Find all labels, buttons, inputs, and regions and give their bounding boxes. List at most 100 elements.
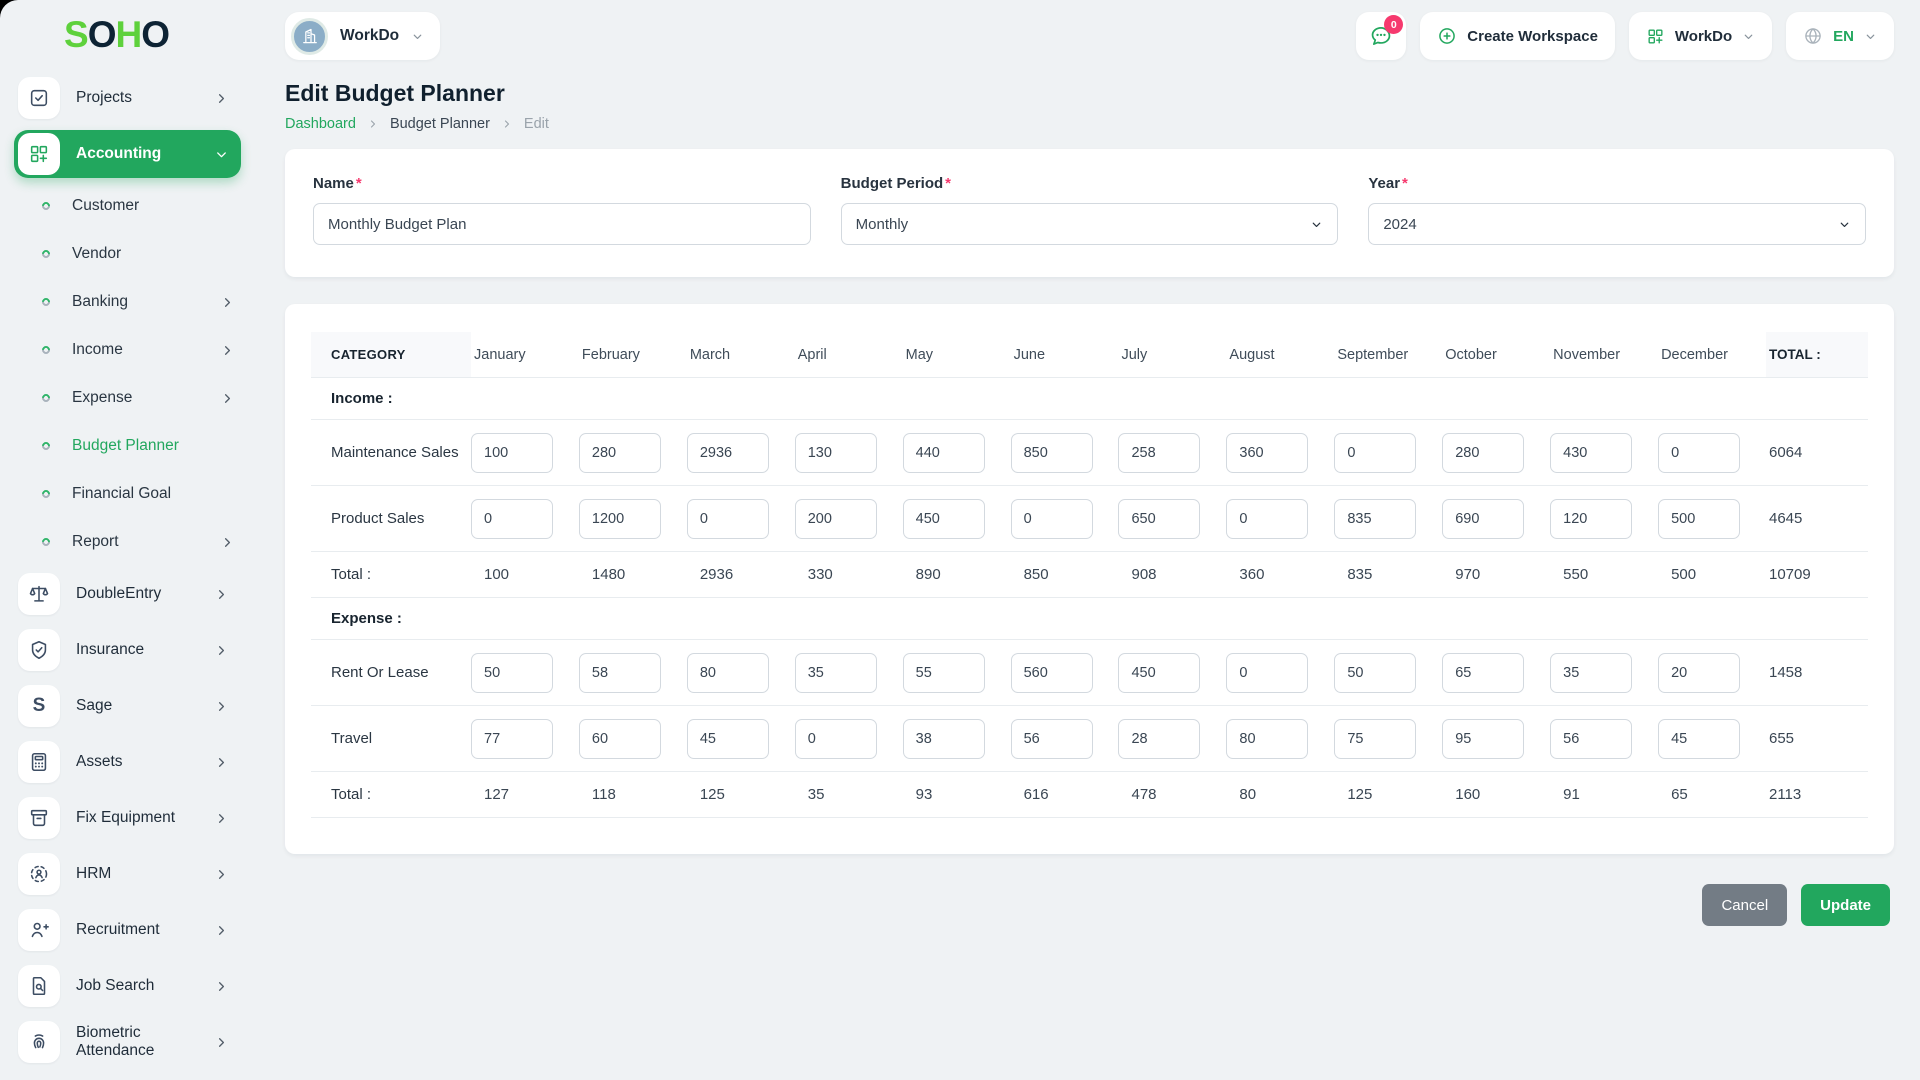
sidebar-item-hrm[interactable]: HRM <box>14 850 241 898</box>
sidebar-item-recruitment[interactable]: Recruitment <box>14 906 241 954</box>
rent-or-lease-december-input[interactable] <box>1658 653 1740 693</box>
maintenance-sales-may-input[interactable] <box>903 433 985 473</box>
product-sales-august-input[interactable] <box>1226 499 1308 539</box>
product-sales-october-input[interactable] <box>1442 499 1524 539</box>
product-sales-january-input[interactable] <box>471 499 553 539</box>
month-column-header-july: July <box>1118 347 1226 363</box>
year-select[interactable]: 2024 <box>1368 203 1866 245</box>
update-button[interactable]: Update <box>1801 884 1890 926</box>
cancel-button[interactable]: Cancel <box>1702 884 1787 926</box>
rent-or-lease-july-input[interactable] <box>1118 653 1200 693</box>
sidebar-item-job-search[interactable]: Job Search <box>14 962 241 1010</box>
rent-or-lease-february-input[interactable] <box>579 653 661 693</box>
budget-cell <box>1226 719 1334 759</box>
product-sales-march-input[interactable] <box>687 499 769 539</box>
sidebar-item-assets[interactable]: Assets <box>14 738 241 786</box>
maintenance-sales-june-input[interactable] <box>1011 433 1093 473</box>
budget-cell <box>1118 499 1226 539</box>
sidebar-item-label: Projects <box>76 89 214 107</box>
sidebar-item-projects[interactable]: Projects <box>14 74 241 122</box>
row-total-value: 6064 <box>1766 444 1868 461</box>
product-sales-november-input[interactable] <box>1550 499 1632 539</box>
sidebar-item-label: Financial Goal <box>72 485 241 503</box>
budget-period-field: Budget Period* Monthly <box>841 175 1339 245</box>
breadcrumb-budget-planner[interactable]: Budget Planner <box>390 116 490 132</box>
budget-cell <box>1334 433 1442 473</box>
sidebar-item-budget-planner[interactable]: Budget Planner <box>14 426 241 466</box>
section-header-income: Income : <box>311 378 1868 420</box>
travel-december-input[interactable] <box>1658 719 1740 759</box>
maintenance-sales-april-input[interactable] <box>795 433 877 473</box>
grid-plus-icon <box>18 133 60 175</box>
sidebar-item-vendor[interactable]: Vendor <box>14 234 241 274</box>
maintenance-sales-august-input[interactable] <box>1226 433 1308 473</box>
product-sales-february-input[interactable] <box>579 499 661 539</box>
section-grand-total: 2113 <box>1766 786 1868 803</box>
product-sales-june-input[interactable] <box>1011 499 1093 539</box>
budget-cell <box>1011 653 1119 693</box>
sidebar-item-biometric-attendance[interactable]: Biometric Attendance <box>14 1018 241 1066</box>
travel-january-input[interactable] <box>471 719 553 759</box>
travel-june-input[interactable] <box>1011 719 1093 759</box>
rent-or-lease-january-input[interactable] <box>471 653 553 693</box>
travel-october-input[interactable] <box>1442 719 1524 759</box>
product-sales-april-input[interactable] <box>795 499 877 539</box>
rent-or-lease-may-input[interactable] <box>903 653 985 693</box>
language-selector[interactable]: EN <box>1786 12 1894 60</box>
travel-july-input[interactable] <box>1118 719 1200 759</box>
maintenance-sales-december-input[interactable] <box>1658 433 1740 473</box>
budget-cell <box>687 433 795 473</box>
sidebar-item-sage[interactable]: SSage <box>14 682 241 730</box>
travel-august-input[interactable] <box>1226 719 1308 759</box>
workspace-switcher[interactable]: WorkDo <box>285 12 440 60</box>
sidebar-item-label: Sage <box>76 697 214 715</box>
rent-or-lease-november-input[interactable] <box>1550 653 1632 693</box>
sidebar-item-insurance[interactable]: Insurance <box>14 626 241 674</box>
rent-or-lease-october-input[interactable] <box>1442 653 1524 693</box>
sidebar-item-banking[interactable]: Banking <box>14 282 241 322</box>
rent-or-lease-april-input[interactable] <box>795 653 877 693</box>
product-sales-december-input[interactable] <box>1658 499 1740 539</box>
maintenance-sales-october-input[interactable] <box>1442 433 1524 473</box>
travel-november-input[interactable] <box>1550 719 1632 759</box>
year-value: 2024 <box>1383 216 1416 233</box>
maintenance-sales-january-input[interactable] <box>471 433 553 473</box>
sidebar-item-doubleentry[interactable]: DoubleEntry <box>14 570 241 618</box>
sidebar-item-financial-goal[interactable]: Financial Goal <box>14 474 241 514</box>
budget-cell <box>795 433 903 473</box>
maintenance-sales-march-input[interactable] <box>687 433 769 473</box>
workdo-menu-button[interactable]: WorkDo <box>1629 12 1772 60</box>
name-input[interactable] <box>313 203 811 245</box>
maintenance-sales-november-input[interactable] <box>1550 433 1632 473</box>
rent-or-lease-september-input[interactable] <box>1334 653 1416 693</box>
create-workspace-button[interactable]: Create Workspace <box>1420 12 1615 60</box>
maintenance-sales-september-input[interactable] <box>1334 433 1416 473</box>
sidebar-item-accounting[interactable]: Accounting <box>14 130 241 178</box>
rent-or-lease-march-input[interactable] <box>687 653 769 693</box>
maintenance-sales-july-input[interactable] <box>1118 433 1200 473</box>
sidebar-item-report[interactable]: Report <box>14 522 241 562</box>
chevron-right-icon <box>214 91 229 106</box>
chevron-down-icon <box>1742 30 1755 43</box>
maintenance-sales-february-input[interactable] <box>579 433 661 473</box>
sidebar-item-expense[interactable]: Expense <box>14 378 241 418</box>
rent-or-lease-august-input[interactable] <box>1226 653 1308 693</box>
travel-april-input[interactable] <box>795 719 877 759</box>
travel-may-input[interactable] <box>903 719 985 759</box>
sidebar-item-label: Assets <box>76 753 214 771</box>
travel-september-input[interactable] <box>1334 719 1416 759</box>
soho-logo[interactable]: SOHO <box>0 12 255 74</box>
messages-button[interactable]: 0 <box>1356 12 1406 60</box>
sidebar-item-income[interactable]: Income <box>14 330 241 370</box>
topbar: WorkDo 0 Create Workspace WorkDo <box>285 0 1894 60</box>
product-sales-july-input[interactable] <box>1118 499 1200 539</box>
travel-march-input[interactable] <box>687 719 769 759</box>
product-sales-september-input[interactable] <box>1334 499 1416 539</box>
breadcrumb-dashboard[interactable]: Dashboard <box>285 116 356 132</box>
sidebar-item-customer[interactable]: Customer <box>14 186 241 226</box>
product-sales-may-input[interactable] <box>903 499 985 539</box>
travel-february-input[interactable] <box>579 719 661 759</box>
rent-or-lease-june-input[interactable] <box>1011 653 1093 693</box>
sidebar-item-fix-equipment[interactable]: Fix Equipment <box>14 794 241 842</box>
budget-period-select[interactable]: Monthly <box>841 203 1339 245</box>
